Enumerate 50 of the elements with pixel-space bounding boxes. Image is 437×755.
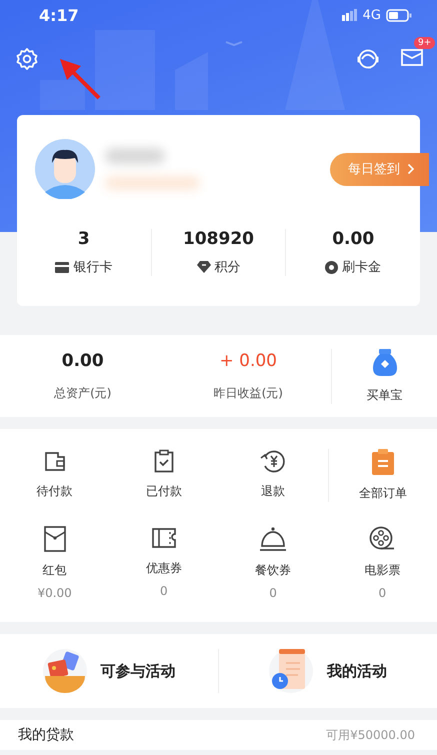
- asset-value: + 0.00: [220, 350, 277, 370]
- envelope-icon[interactable]: [42, 526, 67, 552]
- clipboard-check-icon[interactable]: [152, 449, 176, 473]
- order-label[interactable]: 已付款: [146, 483, 182, 500]
- all-orders-label[interactable]: 全部订单: [358, 485, 407, 502]
- chevron-icon: [407, 163, 415, 175]
- card-icon: [55, 262, 70, 272]
- refund-icon[interactable]: [259, 449, 288, 473]
- benefit-value: 0: [160, 584, 168, 598]
- status-time: 4:17: [39, 6, 79, 24]
- benefit-label[interactable]: 餐饮券: [255, 562, 292, 579]
- money-bag-icon[interactable]: [372, 348, 396, 376]
- stat-value: 3: [78, 229, 90, 249]
- loan-title: 我的贷款: [18, 726, 74, 744]
- stat-value: 0.00: [332, 229, 374, 249]
- benefit-label[interactable]: 优惠券: [146, 560, 182, 577]
- mail-icon[interactable]: [400, 47, 424, 67]
- order-label[interactable]: 退款: [261, 483, 286, 500]
- benefit-value: ¥0.00: [37, 586, 72, 600]
- order-label[interactable]: 待付款: [36, 483, 73, 500]
- stat-label[interactable]: 刷卡金: [342, 258, 382, 276]
- benefit-value: 0: [378, 586, 386, 600]
- asset-label: 昨日收益(元): [214, 384, 283, 402]
- activity-label[interactable]: 我的活动: [327, 662, 387, 680]
- cloche-icon[interactable]: [259, 526, 288, 552]
- entry-label[interactable]: 买单宝: [366, 386, 402, 404]
- message-badge: 9+: [414, 37, 436, 49]
- diamond-icon: [196, 261, 210, 273]
- annotation-arrow: [57, 56, 103, 100]
- scroll-icon[interactable]: [269, 649, 313, 693]
- ticket-icon[interactable]: [150, 526, 177, 550]
- customer-service-icon[interactable]: [356, 47, 380, 71]
- activity-label[interactable]: 可参与活动: [100, 662, 176, 680]
- avatar[interactable]: [35, 139, 95, 199]
- wallet-icon[interactable]: [42, 449, 67, 473]
- stat-value: 108920: [183, 229, 254, 249]
- stat-label[interactable]: 银行卡: [73, 258, 112, 276]
- battery-icon: [386, 8, 412, 22]
- settings-icon[interactable]: [15, 47, 39, 71]
- stat-label[interactable]: 积分: [214, 258, 240, 276]
- benefit-value: 0: [269, 586, 277, 600]
- network-label: 4G: [362, 8, 381, 22]
- signal-icon: [342, 9, 358, 21]
- benefit-label[interactable]: 红包: [42, 562, 67, 579]
- asset-value: 0.00: [62, 350, 104, 370]
- gifts-icon[interactable]: [42, 649, 86, 693]
- asset-label: 总资产(元): [54, 384, 112, 402]
- coin-icon: [325, 260, 338, 274]
- benefit-label[interactable]: 电影票: [364, 562, 400, 579]
- film-reel-icon[interactable]: [369, 526, 396, 552]
